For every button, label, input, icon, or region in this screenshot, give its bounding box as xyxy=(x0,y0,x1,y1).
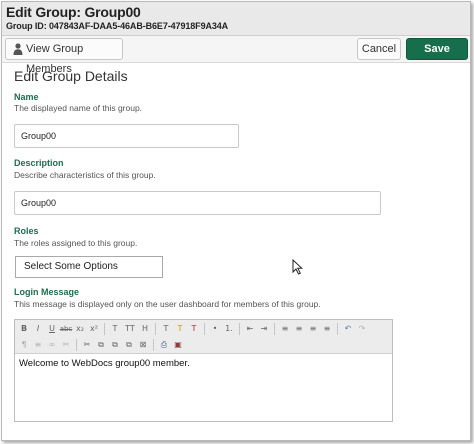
editor-toolbar-row-2: ¶ ≡ ∞ ✂ ✂ ⧉ ⧉ ⧉ ⊠ ⎙ ▣ xyxy=(18,338,184,352)
roles-help: The roles assigned to this group. xyxy=(14,238,138,248)
outdent-icon[interactable]: ⇤ xyxy=(244,322,256,335)
section-title: Edit Group Details xyxy=(14,68,128,84)
toolbar-divider xyxy=(153,339,154,351)
cancel-button[interactable]: Cancel xyxy=(357,38,401,60)
copy-icon[interactable]: ⧉ xyxy=(95,338,107,351)
align-right-icon[interactable]: ≡ xyxy=(307,322,319,335)
view-group-members-button[interactable]: View Group Members xyxy=(5,38,123,75)
redo-icon[interactable]: ↷ xyxy=(356,322,368,335)
toolbar-divider xyxy=(204,323,205,335)
heading-icon[interactable]: H xyxy=(139,322,151,335)
toolbar-divider xyxy=(155,323,156,335)
subscript-icon[interactable]: x₂ xyxy=(74,322,86,335)
action-bar: View Group Members Cancel Save Group xyxy=(2,36,470,75)
roles-label: Roles xyxy=(14,226,39,236)
highlight-icon[interactable]: T xyxy=(174,322,186,335)
login-message-content[interactable]: Welcome to WebDocs group00 member. xyxy=(19,358,190,369)
clear-format-icon[interactable]: T xyxy=(188,322,200,335)
font-size-icon[interactable]: TT xyxy=(123,322,137,335)
underline-icon[interactable]: U xyxy=(46,322,58,335)
font-color-icon[interactable]: T xyxy=(109,322,121,335)
bulleted-list-icon[interactable]: • xyxy=(209,322,221,335)
indent-icon[interactable]: ⇥ xyxy=(258,322,270,335)
login-message-editor[interactable]: B I U abc x₂ x² T TT H T T T • 1. ⇤ ⇥ ≡ … xyxy=(14,319,393,422)
page-title: Edit Group: Group00 xyxy=(6,4,141,20)
paste-icon[interactable]: ⧉ xyxy=(109,338,121,351)
group-id-text: Group ID: 047843AF-DAA5-46AB-B6E7-47918F… xyxy=(6,21,229,31)
align-center-icon[interactable]: ≡ xyxy=(293,322,305,335)
description-input[interactable]: Group00 xyxy=(14,191,381,215)
print-icon[interactable]: ⎙ xyxy=(158,338,170,351)
description-help: Describe characteristics of this group. xyxy=(14,170,156,180)
editor-toolbar-row-1: B I U abc x₂ x² T TT H T T T • 1. ⇤ ⇥ ≡ … xyxy=(18,322,368,336)
paste-text-icon[interactable]: ⧉ xyxy=(123,338,135,351)
bold-icon[interactable]: B xyxy=(18,322,30,335)
save-group-button[interactable]: Save Group xyxy=(406,38,468,75)
description-label: Description xyxy=(14,158,64,168)
align-left-icon[interactable]: ≡ xyxy=(279,322,291,335)
roles-select[interactable]: Select Some Options xyxy=(15,256,163,278)
page-header: Edit Group: Group00 Group ID: 047843AF-D… xyxy=(2,2,470,36)
login-message-help: This message is displayed only on the us… xyxy=(14,299,321,309)
toolbar-divider xyxy=(239,323,240,335)
edit-group-window: Edit Group: Group00 Group ID: 047843AF-D… xyxy=(1,1,471,441)
toolbar-divider xyxy=(76,339,77,351)
italic-icon[interactable]: I xyxy=(32,322,44,335)
name-help: The displayed name of this group. xyxy=(14,103,143,113)
undo-icon[interactable]: ↶ xyxy=(342,322,354,335)
mouse-cursor-icon xyxy=(292,259,303,275)
login-message-label: Login Message xyxy=(14,287,80,297)
editor-toolbar: B I U abc x₂ x² T TT H T T T • 1. ⇤ ⇥ ≡ … xyxy=(15,320,392,354)
name-label: Name xyxy=(14,92,39,102)
numbered-list-icon[interactable]: 1. xyxy=(223,322,235,335)
person-icon xyxy=(13,43,23,55)
cut-icon[interactable]: ✂ xyxy=(81,338,93,351)
toolbar-divider xyxy=(104,323,105,335)
paste-word-icon[interactable]: ⊠ xyxy=(137,338,149,351)
name-input[interactable]: Group00 xyxy=(14,124,239,148)
source-view-icon[interactable]: ▣ xyxy=(172,338,184,351)
align-justify-icon[interactable]: ≡ xyxy=(321,322,333,335)
block-format-icon[interactable]: ≡ xyxy=(32,338,44,351)
toolbar-divider xyxy=(337,323,338,335)
toolbar-divider xyxy=(274,323,275,335)
text-style-icon[interactable]: T xyxy=(160,322,172,335)
paragraph-icon[interactable]: ¶ xyxy=(18,338,30,351)
superscript-icon[interactable]: x² xyxy=(88,322,100,335)
link-icon[interactable]: ∞ xyxy=(46,338,58,351)
unlink-icon[interactable]: ✂ xyxy=(60,338,72,351)
strikethrough-icon[interactable]: abc xyxy=(60,322,73,335)
